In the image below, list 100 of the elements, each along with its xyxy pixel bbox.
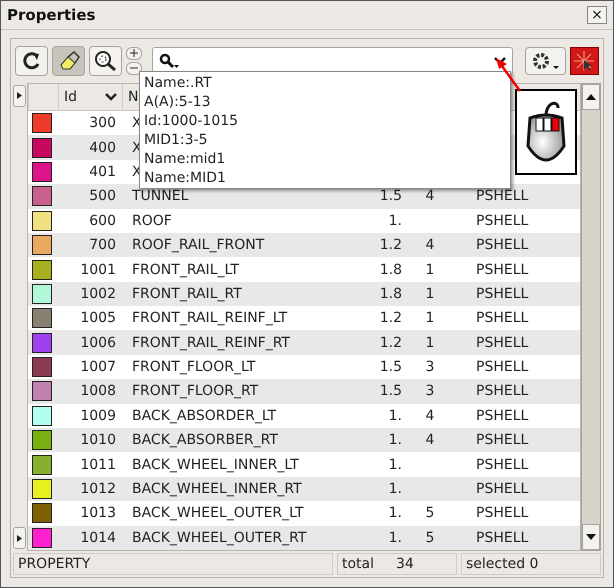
id-cell-text: 1006 [79, 334, 116, 351]
id-cell-text: 300 [88, 115, 116, 132]
material-cell-text: 1 [424, 334, 436, 351]
cursor-pick-icon [573, 50, 596, 72]
table-row[interactable]: 1014 BACK_WHEEL_OUTER_RT 1. 5 PSHELL [28, 526, 580, 550]
id-cell-text: 1013 [79, 505, 116, 522]
column-header[interactable]: N [128, 88, 138, 105]
name-cell-text: FRONT_FLOOR_LT [131, 359, 256, 376]
name-cell-text: TUNNEL [131, 188, 190, 204]
thickness-cell-text: 1. [388, 505, 402, 522]
type-cell-text: PSHELL [475, 262, 530, 278]
minus-icon [130, 67, 138, 70]
material-cell-text: 3 [424, 359, 436, 376]
id-cell-text: 500 [88, 188, 116, 204]
type-cell-text: PSHELL [475, 188, 530, 204]
expand-button[interactable] [13, 84, 26, 107]
id-cell-text: 1010 [79, 432, 116, 448]
type-cell-text: PSHELL [475, 505, 530, 522]
scroll-up-icon[interactable] [582, 84, 600, 110]
id-cell-text: 400 [88, 140, 116, 156]
material-cell-text: 3 [424, 383, 436, 400]
pick-button[interactable] [570, 46, 599, 75]
type-cell-text: PSHELL [475, 212, 530, 229]
thickness-cell-text: 1. [388, 432, 402, 448]
name-cell-text: ROOF_RAIL_FRONT [131, 237, 266, 254]
table-row[interactable]: 1010 BACK_ABSORBER_RT 1. 4 PSHELL [28, 428, 580, 452]
close-button[interactable]: × [587, 6, 607, 24]
thickness-cell-text: 1. [388, 530, 402, 546]
column-header[interactable]: Id [58, 84, 122, 110]
table-row[interactable]: 700 ROOF_RAIL_FRONT 1.2 4 PSHELL [28, 232, 580, 258]
material-cell-text: 4 [424, 237, 436, 254]
material-cell-text: 5 [424, 530, 436, 546]
id-cell-text: 1008 [79, 383, 116, 400]
thickness-cell-text: 1.8 [378, 262, 402, 278]
zoom-out-button[interactable] [126, 62, 142, 75]
name-cell-text: FRONT_RAIL_REINF_LT [131, 310, 288, 326]
id-cell-text: 1011 [79, 456, 116, 473]
zoom-in-button[interactable] [126, 46, 142, 60]
id-cell-text: 1002 [79, 286, 116, 302]
search-icon [159, 52, 182, 69]
table-row[interactable]: 600 ROOF 1. PSHELL [28, 208, 580, 233]
type-cell-text: PSHELL [475, 310, 530, 326]
scrollbar[interactable] [581, 82, 601, 551]
thickness-cell-text: 1. [388, 212, 402, 229]
material-cell-text: 1 [424, 262, 436, 278]
scroll-down-icon[interactable] [582, 524, 600, 550]
material-cell-text: 4 [424, 432, 436, 448]
name-cell-text: ROOF [131, 212, 173, 229]
history-item[interactable]: MID1:3-5 [144, 131, 506, 150]
table-row[interactable]: 1002 FRONT_RAIL_RT 1.8 1 PSHELL [28, 282, 580, 306]
name-cell-text: FRONT_FLOOR_RT [131, 383, 260, 400]
type-cell-text: PSHELL [475, 286, 530, 302]
thickness-cell-text: 1.8 [378, 286, 402, 302]
total-count: 34 [396, 556, 414, 572]
id-cell-text: 1009 [79, 408, 116, 424]
history-item[interactable]: Name:mid1 [144, 150, 506, 169]
type-cell-text: PSHELL [475, 334, 530, 351]
table-row[interactable]: 1006 FRONT_RAIL_REINF_RT 1.2 1 PSHELL [28, 330, 580, 355]
id-cell-text: 600 [88, 212, 116, 229]
status-label: PROPERTY [13, 553, 333, 575]
table-row[interactable]: 1009 BACK_ABSORDER_LT 1. 4 PSHELL [28, 404, 580, 428]
plus-icon [130, 49, 138, 58]
highlight-button[interactable] [52, 46, 86, 76]
id-cell-text: 1001 [79, 262, 116, 278]
history-item[interactable]: A(A):5-13 [144, 93, 506, 112]
refresh-button[interactable] [15, 46, 48, 76]
window-title: Properties [7, 6, 96, 24]
thickness-cell-text: 1.5 [378, 188, 402, 204]
thickness-cell-text: 1.5 [378, 383, 402, 400]
id-cell-text: 1007 [79, 359, 116, 376]
name-cell-text: BACK_WHEEL_OUTER_LT [131, 505, 305, 522]
type-cell-text: PSHELL [475, 383, 530, 400]
annotation-arrow [493, 56, 523, 92]
material-cell-text: 4 [424, 188, 436, 204]
name-cell-text: FRONT_RAIL_REINF_RT [131, 334, 291, 351]
name-cell-text: BACK_ABSORBER_RT [131, 432, 279, 448]
settings-button[interactable] [525, 46, 566, 75]
id-cell-text: 1014 [79, 530, 116, 546]
history-item[interactable]: Id:1000-1015 [144, 112, 506, 131]
name-cell-text: BACK_ABSORDER_LT [131, 408, 278, 424]
thickness-cell-text: 1. [388, 481, 402, 498]
name-cell-text: FRONT_RAIL_RT [131, 286, 243, 302]
id-cell-text: 401 [88, 164, 116, 180]
id-cell-text: 700 [88, 237, 116, 254]
table-row[interactable]: 1007 FRONT_FLOOR_LT 1.5 3 PSHELL [28, 354, 580, 380]
type-cell-text: PSHELL [475, 456, 530, 473]
table-row[interactable]: 1005 FRONT_RAIL_REINF_LT 1.2 1 PSHELL [28, 306, 580, 330]
expand-button[interactable] [13, 527, 26, 549]
id-cell-text: 1005 [79, 310, 116, 326]
table-row[interactable]: 1012 BACK_WHEEL_INNER_RT 1. PSHELL [28, 476, 580, 502]
refresh-icon [22, 50, 42, 71]
material-cell-text: 5 [424, 505, 436, 522]
id-cell-text: 1012 [79, 481, 116, 498]
name-cell-text: BACK_WHEEL_INNER_RT [131, 481, 303, 498]
table-row[interactable]: 1008 FRONT_FLOOR_RT 1.5 3 PSHELL [28, 379, 580, 404]
sort-icon [105, 92, 117, 101]
history-item[interactable]: Name:.RT [144, 74, 506, 93]
thickness-cell-text: 1.5 [378, 359, 402, 376]
zoom-button[interactable] [89, 46, 122, 76]
material-cell-text: 1 [424, 310, 436, 326]
